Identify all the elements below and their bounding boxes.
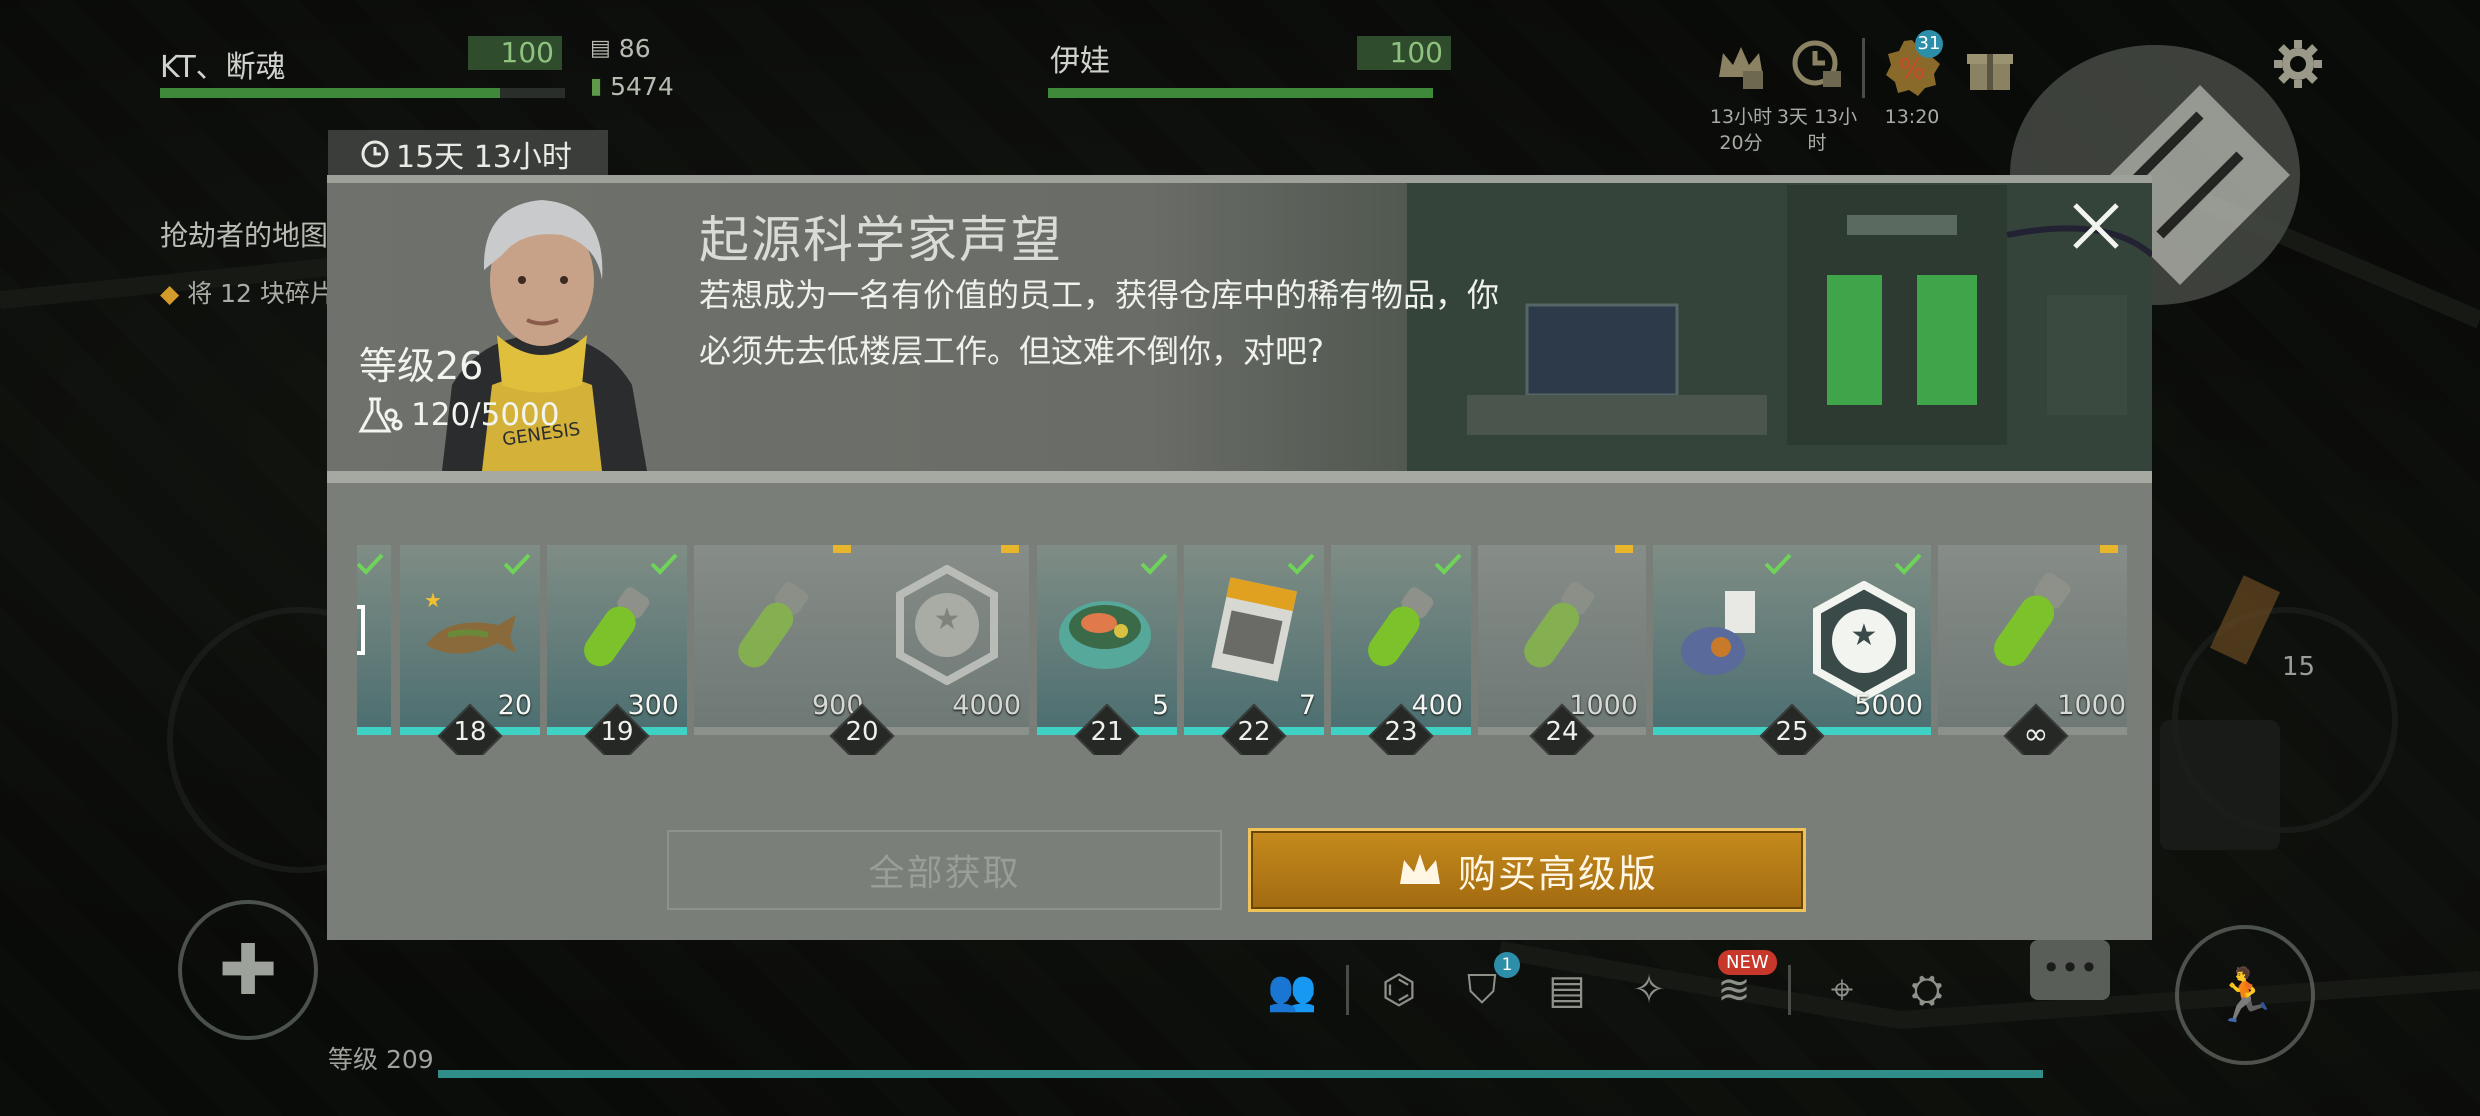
header-divider [327,471,2152,483]
player1-name: KT、断魂 [160,50,286,85]
dialog-title: 起源科学家声望 [699,211,1063,269]
check-icon [503,553,531,575]
svg-text:★: ★ [934,602,961,637]
reward-qty: 5 [1151,690,1169,721]
event-timer-3: 13:20 [1884,106,1940,128]
level-label: 24 [1545,717,1579,747]
lock-icon [1001,545,1019,553]
check-icon [1287,553,1315,575]
shell-icon: ▮ [590,74,603,99]
sprint-button[interactable]: 🏃 [2175,925,2315,1065]
diamond-bullet-icon: ◆ [160,279,180,308]
reward-track[interactable]: ★ 20 300 900 ★ 4000 5 7 400 1000 ★ 5000 … [357,545,2127,755]
player1-hp: 100 [468,36,562,70]
player-level: 等级 209 [328,1045,434,1074]
green-vial-icon [1368,587,1434,667]
crown-icon [1399,854,1440,884]
backpack-icon[interactable]: ⛭ [1900,963,1954,1017]
chat-button[interactable]: ••• [2030,940,2110,1000]
claim-all-button[interactable]: 全部获取 [667,830,1222,910]
flask-icon [358,397,403,433]
clock-icon [361,140,389,168]
player2-health-bar [1048,88,1433,98]
dialog-header: GENESIS 等级26 120/5000 起源科学家声望 若想成为一名有价值的… [327,175,2152,471]
lock-icon [833,545,851,553]
shield-badge: 1 [1494,952,1520,978]
level-label: 20 [845,717,879,747]
reward-qty: 7 [1298,690,1316,721]
scientist-emblem-icon: ★ [896,565,998,685]
reward-qty: 20 [497,690,532,721]
discount-badge: 31 [1915,30,1943,58]
season-timer-tab: 15天 13小时 [328,130,608,178]
level-label: 23 [1384,717,1418,747]
bullet-icon: ▤ [590,36,611,61]
running-man-icon: 🏃 [2212,965,2278,1026]
event-timer-2: 3天 13小 时 [1776,106,1858,154]
level-label: 25 [1775,717,1809,747]
hud-divider [1862,38,1865,98]
quest-title: 抢劫者的地图 [160,219,329,252]
player2-name: 伊娃 [1050,44,1110,79]
map-icon[interactable]: ⌖ [1815,963,1869,1017]
settings-gear-icon[interactable] [2270,36,2326,92]
level-label: 19 [600,717,634,747]
reward-cell-partial [357,545,391,735]
close-icon[interactable] [2067,197,2125,255]
svg-text:★: ★ [1851,618,1878,653]
ammo-count: 15 [2282,652,2316,682]
level-label: 22 [1237,717,1271,747]
reward-qty: 1000 [2057,690,2126,721]
resource2: ▮ 5474 [590,72,674,101]
friends-icon[interactable]: 👥 [1265,963,1319,1017]
chat-icon: ••• [2041,949,2099,987]
compass-icon[interactable]: ✧ [1622,963,1676,1017]
quest-subtitle: ◆ 将 12 块碎片 [160,279,335,308]
level-label: 18 [453,717,487,747]
buy-premium-label: 购买高级版 [1457,851,1658,896]
new-badge: NEW [1718,950,1777,975]
green-vial-icon [584,587,650,667]
gift-icon[interactable] [1960,36,2020,96]
check-icon [650,553,678,575]
buy-premium-button[interactable]: 购买高级版 [1248,828,1806,912]
reward-qty: 4000 [952,690,1021,721]
lock-icon [1615,545,1633,553]
check-icon [1140,553,1168,575]
reputation-dialog: GENESIS 等级26 120/5000 起源科学家声望 若想成为一名有价值的… [327,175,2152,940]
player2-hp: 100 [1357,36,1451,70]
pike-fish-icon: ★ [424,588,516,654]
reputation-xp: 120/5000 [357,395,560,435]
crown-gift-icon[interactable] [1712,36,1770,94]
reward-qty: 5000 [1854,690,1923,721]
heal-plus-button[interactable]: ✚ [178,900,318,1040]
clock-gift-icon[interactable] [1790,36,1848,94]
fish-bowl-icon [1059,601,1151,669]
check-icon [1434,553,1462,575]
resource1: ▤ 86 [590,34,651,63]
clipboard-icon[interactable]: ▤ [1540,963,1594,1017]
offroad-magazine-icon [1211,577,1297,682]
plus-icon: ✚ [218,929,278,1011]
check-icon [1894,553,1922,575]
pistol-weapon-icon[interactable] [2160,720,2280,850]
reputation-level: 等级26 [359,344,484,388]
svg-text:★: ★ [424,588,442,612]
lock-icon [2100,545,2118,553]
green-vial-icon [738,581,809,668]
season-timer: 15天 13小时 [396,140,572,175]
green-vial-icon [1524,581,1595,668]
check-icon [1764,553,1792,575]
outfit-set-icon [1681,591,1755,675]
green-vial-icon [1994,572,2071,667]
level-label-infinity: ∞ [2023,717,2049,752]
svg-text:%: % [1899,52,1926,85]
player1-health-bar [160,88,565,98]
check-icon [357,553,384,575]
dna-icon[interactable]: ⌬ [1372,963,1426,1017]
dialog-description: 若想成为一名有价值的员工，获得仓库中的稀有物品，你必须先去低楼层工作。但这难不倒… [699,276,1500,370]
scientist-emblem-icon: ★ [1813,581,1915,701]
level-label: 21 [1090,717,1124,747]
player-xp-bar [438,1070,2043,1078]
